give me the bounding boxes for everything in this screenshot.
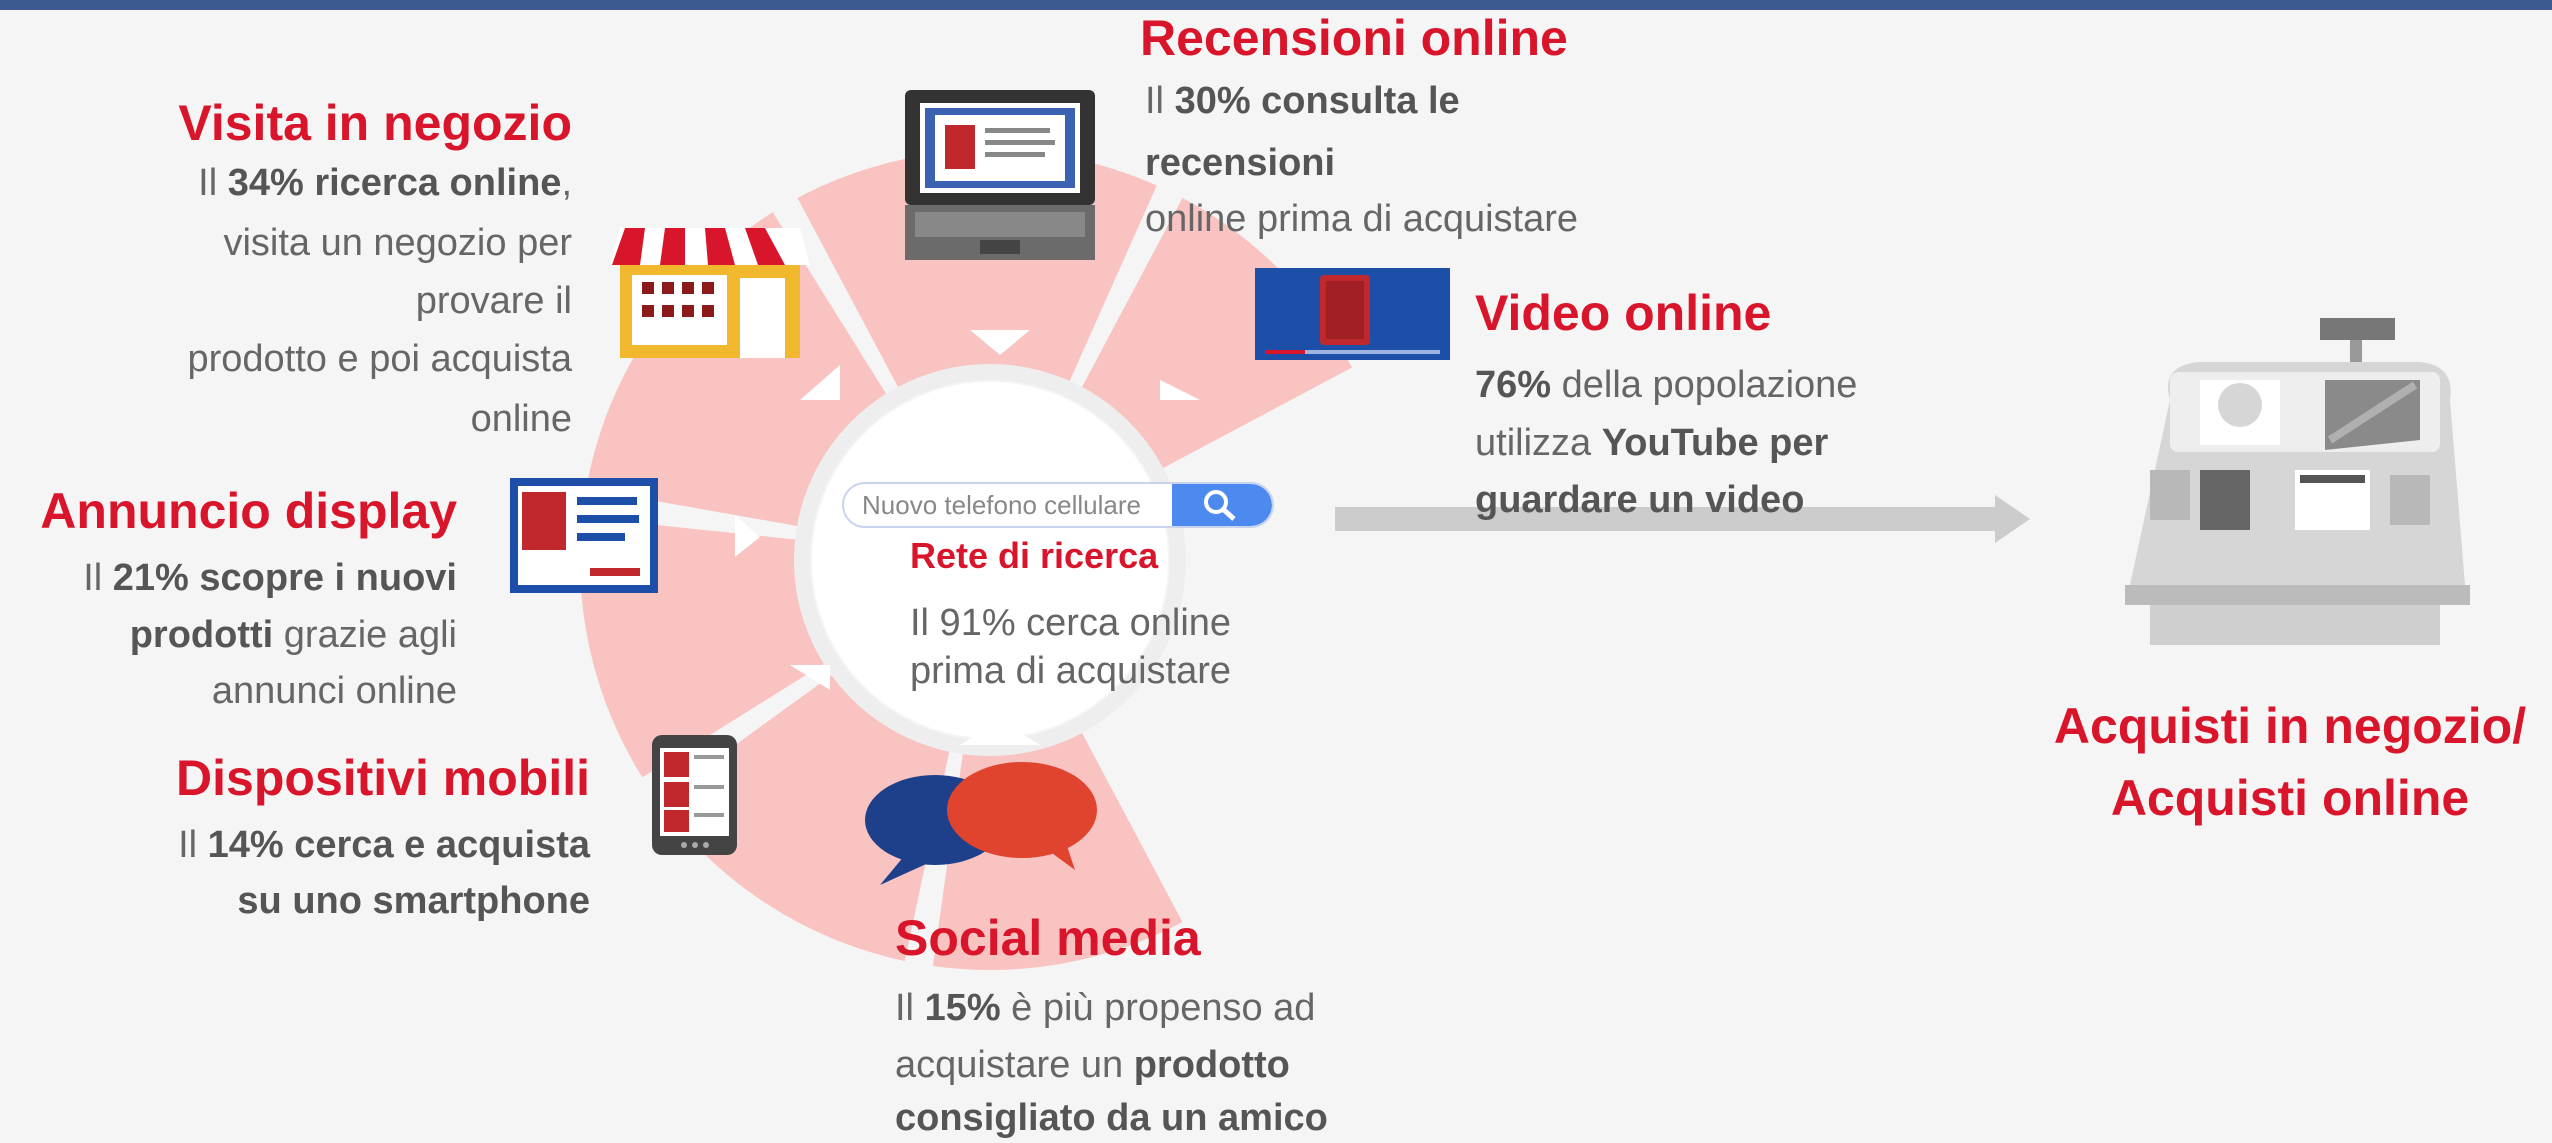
video-title: Video online (1475, 285, 1772, 341)
recensioni-line-1: Il 30% consulta le (1145, 78, 1460, 124)
cash-register-icon (2125, 318, 2470, 645)
video-icon (1255, 268, 1450, 360)
visita-line-5: online (470, 398, 572, 440)
video-l2-pre: utilizza (1475, 422, 1602, 464)
acquisti-line-2: Acquisti online (2110, 770, 2470, 826)
social-l1-pre: Il (895, 987, 925, 1029)
annuncio-title: Annuncio display (40, 483, 457, 539)
center-title: Rete di ricerca (910, 535, 1159, 576)
center-line-2: prima di acquistare (910, 650, 1232, 692)
visita-line-2: visita un negozio per (223, 222, 572, 264)
search-icon (1204, 490, 1236, 521)
visita-l1-bold: 34% ricerca online (227, 162, 562, 204)
dispositivi-line-1: Il 14% cerca e acquista (178, 822, 590, 868)
video-line-2: utilizza YouTube per (1475, 420, 1828, 466)
search-bar[interactable]: Nuovo telefono cellulare (842, 482, 1274, 528)
acquisti-line-1: Acquisti in negozio/ (2053, 698, 2527, 754)
visita-line-4: prodotto e poi acquista (187, 338, 573, 380)
recensioni-l1-bold: 30% consulta le (1174, 80, 1460, 122)
laptop-icon (905, 90, 1095, 260)
annuncio-l1-pre: Il (83, 557, 113, 599)
recensioni-l2-bold: recensioni (1145, 142, 1336, 184)
smartphone-icon (652, 735, 737, 855)
annuncio-line-1: Il 21% scopre i nuovi (83, 555, 457, 601)
diagram: Nuovo telefono cellulare Rete di ricerca… (0, 0, 2552, 1143)
recensioni-line-2: recensioni (1145, 140, 1335, 186)
social-l3-bold: consigliato da un amico (895, 1097, 1328, 1139)
social-line-1: Il 15% è più propenso ad (895, 985, 1315, 1031)
search-button[interactable] (1172, 484, 1272, 526)
video-l1-post: della popolazione (1551, 364, 1858, 406)
social-l1-post: è più propenso ad (1000, 987, 1316, 1029)
center-line-1: Il 91% cerca online (910, 602, 1232, 644)
search-input[interactable]: Nuovo telefono cellulare (862, 490, 1141, 521)
dispositivi-l2-bold: su uno smartphone (237, 880, 590, 922)
dispositivi-l1-bold: 14% cerca e acquista (207, 824, 590, 866)
recensioni-line-3: online prima di acquistare (1145, 198, 1579, 240)
annuncio-l1-bold: 21% scopre i nuovi (112, 557, 457, 599)
social-line-3: consigliato da un amico (895, 1095, 1328, 1141)
social-l2-bold: prodotto (1133, 1044, 1290, 1086)
dispositivi-line-2: su uno smartphone (237, 878, 590, 924)
visita-line-1: Il 34% ricerca online, (198, 160, 572, 206)
social-l2-pre: acquistare un (895, 1044, 1134, 1086)
recensioni-l1-pre: Il (1145, 80, 1175, 122)
social-l1-bold: 15% (924, 987, 1001, 1029)
visita-l1-pre: Il (198, 162, 228, 204)
dispositivi-l1-pre: Il (178, 824, 208, 866)
visita-title: Visita in negozio (178, 95, 572, 151)
video-line-1: 76% della popolazione (1475, 362, 1857, 408)
visita-line-3: provare il (415, 280, 572, 322)
video-l1-bold: 76% (1475, 364, 1552, 406)
video-l3-bold: guardare un video (1475, 479, 1805, 521)
video-l2-bold: YouTube per (1601, 422, 1829, 464)
video-line-3: guardare un video (1475, 477, 1804, 523)
annuncio-line-3: annunci online (211, 670, 457, 712)
store-icon (610, 228, 810, 358)
display-ad-icon (510, 478, 658, 593)
visita-l1-post: , (561, 162, 572, 204)
annuncio-l2-post: grazie agli (273, 614, 457, 656)
annuncio-l2-bold: prodotti (129, 614, 274, 656)
recensioni-title: Recensioni online (1140, 10, 1568, 66)
dispositivi-title: Dispositivi mobili (176, 750, 590, 806)
social-title: Social media (895, 910, 1201, 966)
social-line-2: acquistare un prodotto (895, 1042, 1290, 1088)
annuncio-line-2: prodotti grazie agli (130, 612, 457, 658)
